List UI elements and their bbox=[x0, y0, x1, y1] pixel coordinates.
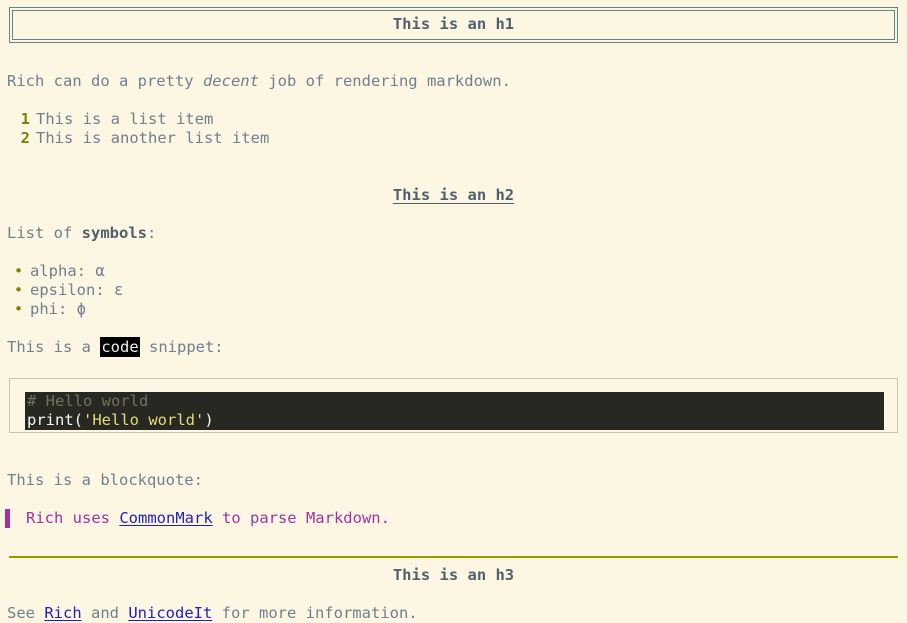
blockquote-text-after-link: to parse Markdown. bbox=[212, 509, 390, 527]
list-item: 1 This is a list item bbox=[7, 110, 269, 129]
inline-code-token: code bbox=[100, 337, 140, 357]
code-token-close-paren: ) bbox=[204, 411, 214, 430]
code-line: # Hello world bbox=[25, 392, 884, 411]
code-token-open-paren: ( bbox=[73, 411, 84, 430]
list-item-label: alpha: α bbox=[30, 262, 105, 280]
list-item-label: epsilon: ε bbox=[30, 281, 124, 300]
list-item: • epsilon: ε bbox=[7, 281, 124, 300]
list-item-number: 1 bbox=[20, 110, 30, 128]
footer-text-between-links: and bbox=[81, 604, 129, 622]
list-item-label: phi: ϕ bbox=[30, 300, 86, 319]
intro-text-after-italic: job of rendering markdown. bbox=[258, 72, 511, 90]
code-block-content: # Hello world print('Hello world') bbox=[25, 392, 884, 430]
list-item-label: This is another list item bbox=[36, 129, 270, 148]
intro-italic-emphasis: decent bbox=[202, 72, 259, 90]
rich-link[interactable]: Rich bbox=[44, 604, 81, 622]
list-item-number: 2 bbox=[20, 129, 30, 148]
symbols-intro-after-bold: : bbox=[146, 224, 157, 242]
symbols-intro-bold: symbols bbox=[81, 224, 147, 242]
h2-heading: This is an h2 bbox=[392, 186, 515, 204]
ordered-list: 1 This is a list item 2 This is another li… bbox=[7, 110, 270, 148]
list-item: • phi: ϕ bbox=[7, 300, 123, 319]
footer-text-before-link1: See bbox=[7, 604, 45, 622]
commonmark-link[interactable]: CommonMark bbox=[119, 509, 212, 527]
blockquote-intro-paragraph: This is a blockquote: bbox=[7, 471, 203, 489]
code-block-panel: # Hello world print('Hello world') bbox=[9, 378, 898, 433]
blockquote-text: Rich uses CommonMark to parse Markdown. bbox=[26, 509, 390, 528]
h3-heading-row: This is an h3 bbox=[0, 566, 907, 585]
bullet-icon: • bbox=[13, 281, 24, 300]
list-item: • alpha: α bbox=[7, 262, 123, 281]
inline-code-paragraph: This is a code snippet: bbox=[7, 337, 224, 357]
symbols-intro-before-bold: List of bbox=[7, 224, 82, 242]
list-item: 2 This is another list item bbox=[7, 129, 270, 148]
intro-text-before-italic: Rich can do a pretty bbox=[7, 72, 203, 90]
blockquote-bar bbox=[5, 509, 10, 528]
code-token-string: 'Hello world' bbox=[83, 411, 205, 430]
bullet-icon: • bbox=[13, 300, 24, 319]
horizontal-rule bbox=[9, 556, 898, 558]
code-token-function-name: print bbox=[27, 411, 74, 430]
symbols-intro-paragraph: List of symbols: bbox=[7, 224, 156, 243]
h1-panel: This is an h1 bbox=[9, 7, 898, 43]
code-line: print('Hello world') bbox=[25, 411, 884, 430]
inline-code-text-before: This is a bbox=[7, 338, 101, 356]
blockquote-text-before-link: Rich uses bbox=[26, 509, 120, 527]
intro-paragraph: Rich can do a pretty decent job of rende… bbox=[7, 72, 511, 91]
unicodeit-link[interactable]: UnicodeIt bbox=[128, 604, 212, 622]
code-token-comment: # Hello world bbox=[27, 392, 149, 410]
footer-text-after-link2: for more information. bbox=[212, 604, 418, 622]
markdown-render-surface: This is an h1 Rich can do a pretty decen… bbox=[0, 0, 907, 623]
inline-code-text-after: snippet: bbox=[139, 338, 224, 356]
list-item-label: This is a list item bbox=[36, 110, 214, 128]
bullet-list: • alpha: α • epsilon: ε • phi: ϕ bbox=[7, 262, 124, 320]
h2-heading-row: This is an h2 bbox=[0, 186, 907, 205]
h1-heading: This is an h1 bbox=[392, 15, 515, 34]
h1-panel-inner-border: This is an h1 bbox=[12, 10, 895, 40]
footer-paragraph: See Rich and UnicodeIt for more informat… bbox=[7, 604, 418, 623]
h3-heading: This is an h3 bbox=[392, 566, 515, 584]
bullet-icon: • bbox=[13, 262, 24, 280]
blockquote: Rich uses CommonMark to parse Markdown. bbox=[5, 509, 390, 528]
